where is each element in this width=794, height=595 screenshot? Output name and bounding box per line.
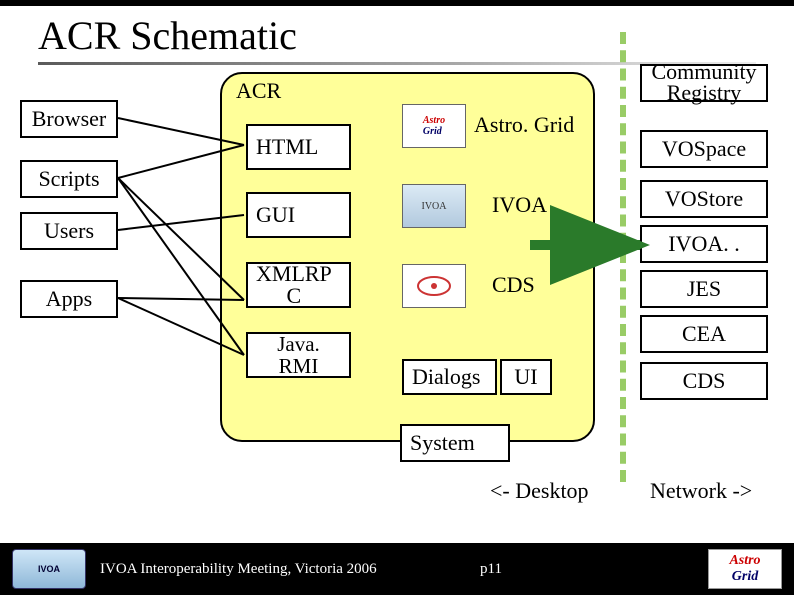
footer-venue: IVOA Interoperability Meeting, Victoria … [100,561,377,578]
net-vostore: VOStore [640,180,768,218]
net-cea: CEA [640,315,768,353]
acr-container: ACR HTML GUI XMLRP C Java. RMI AstroGrid… [220,72,595,442]
network-divider [620,32,626,482]
slide-title: ACR Schematic [38,12,297,59]
astrogrid-label: Astro. Grid [474,112,574,138]
client-users: Users [20,212,118,250]
desktop-label: <- Desktop [490,478,589,504]
proto-javarmi: Java. RMI [246,332,351,378]
network-label: Network -> [650,478,752,504]
proto-html: HTML [246,124,351,170]
cds-icon [402,264,466,308]
astrogrid-footer-icon: Astro Grid [708,549,782,589]
top-bar [0,0,794,6]
footer-page: p11 [480,561,502,578]
dialogs-box: Dialogs [402,359,497,395]
astrogrid-icon: AstroGrid [402,104,466,148]
acr-label: ACR [236,78,281,104]
net-ivoa: IVOA. . [640,225,768,263]
proto-gui: GUI [246,192,351,238]
ui-box: UI [500,359,552,395]
ivoa-icon: IVOA [402,184,466,228]
ivoa-label: IVOA [492,192,547,218]
footer: IVOA IVOA Interoperability Meeting, Vict… [0,543,794,595]
proto-xmlrpc: XMLRP C [246,262,351,308]
client-browser: Browser [20,100,118,138]
client-scripts: Scripts [20,160,118,198]
ag-grid: Grid [732,569,758,584]
ag-astro: Astro [729,553,760,568]
system-box: System [400,424,510,462]
net-cds: CDS [640,362,768,400]
slide: ACR Schematic Browser Scripts Users Apps… [0,0,794,595]
ivoa-footer-icon: IVOA [12,549,86,589]
net-community-registry: Community Registry [640,64,768,102]
net-vospace: VOSpace [640,130,768,168]
client-apps: Apps [20,280,118,318]
net-jes: JES [640,270,768,308]
cds-label: CDS [492,272,535,298]
